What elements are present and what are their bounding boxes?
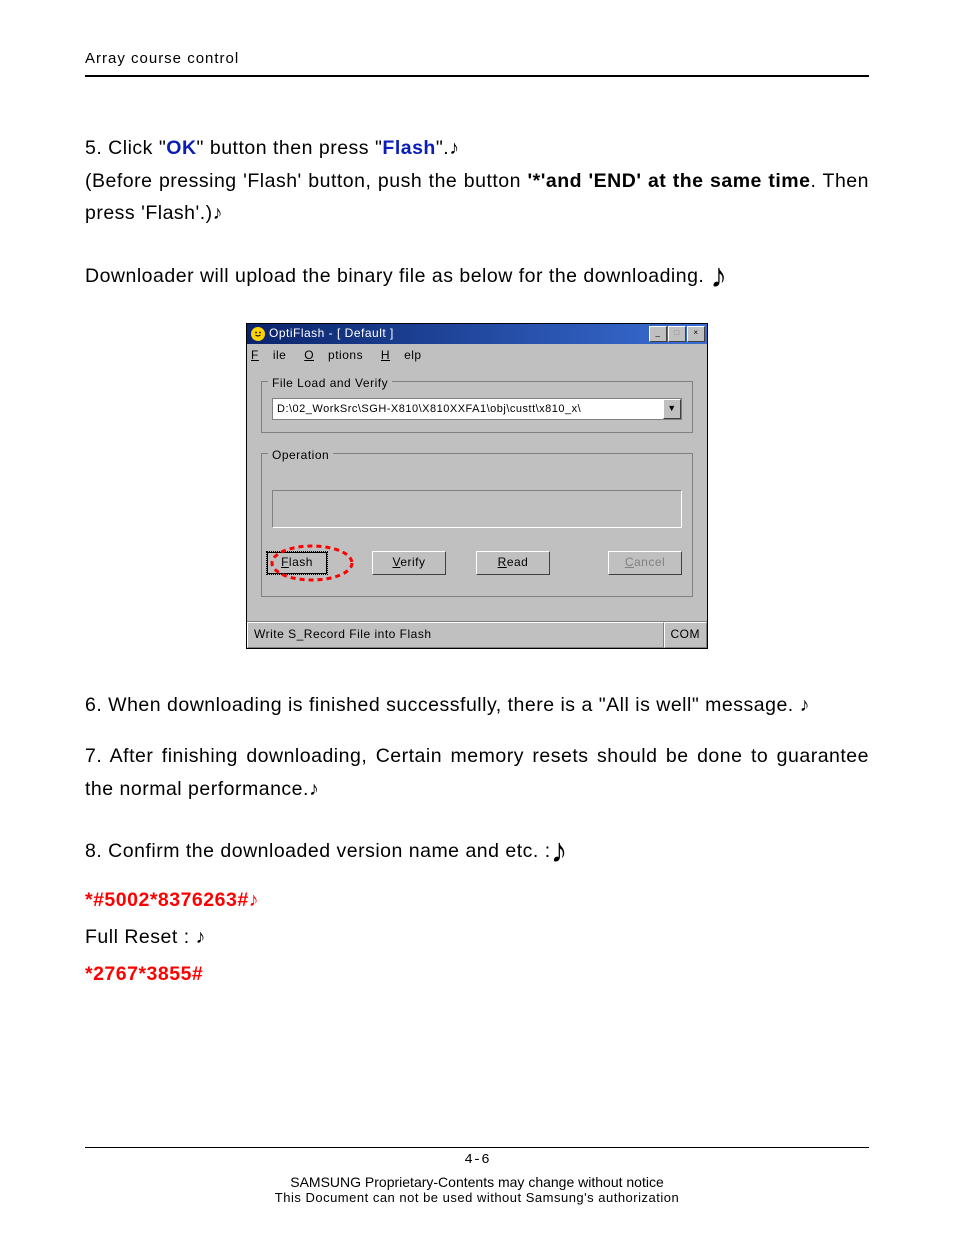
status-port: COM <box>664 622 708 648</box>
note-icon: ♪ <box>449 138 459 159</box>
optiflash-window: OptiFlash - [ Default ] _ □ × File Optio… <box>246 323 708 650</box>
note-icon: ♪ <box>213 203 223 224</box>
progress-area <box>272 490 682 528</box>
menubar: File Options Help <box>247 344 707 368</box>
menu-file[interactable]: File <box>251 348 286 362</box>
smiley-icon <box>251 327 265 341</box>
text: 6. When downloading is finished successf… <box>85 694 800 716</box>
text: 5. Click " <box>85 137 166 159</box>
verify-button[interactable]: Verify <box>372 551 446 575</box>
note-icon: ♪ <box>800 695 810 716</box>
group-legend: File Load and Verify <box>268 374 392 394</box>
page-footer: 4-6 SAMSUNG Proprietary-Contents may cha… <box>85 1147 869 1205</box>
note-icon: ♪ <box>309 779 319 800</box>
note-icon: ♪ <box>710 249 728 305</box>
file-load-verify-group: File Load and Verify D:\02_WorkSrc\SGH-X… <box>261 381 693 433</box>
flash-button[interactable]: Flash <box>266 551 328 575</box>
statusbar: Write S_Record File into Flash COM <box>247 621 707 648</box>
group-legend: Operation <box>268 446 333 466</box>
operation-group: Operation Flash Verify Read Cancel <box>261 453 693 597</box>
close-button[interactable]: × <box>687 326 705 342</box>
status-text: Write S_Record File into Flash <box>247 622 664 648</box>
file-path-combo[interactable]: D:\02_WorkSrc\SGH-X810\X810XXFA1\obj\cus… <box>272 398 682 420</box>
text: Full Reset : <box>85 926 196 948</box>
step-5-line1: 5. Click "OK" button then press "Flash".… <box>85 132 869 231</box>
file-path-value: D:\02_WorkSrc\SGH-X810\X810XXFA1\obj\cus… <box>273 400 663 418</box>
step-5-line3: Downloader will upload the binary file a… <box>85 249 869 305</box>
full-reset-label: Full Reset : ♪ <box>85 921 869 954</box>
menu-help[interactable]: Help <box>381 348 422 362</box>
step-7: 7. After finishing downloading, Certain … <box>85 740 869 805</box>
maximize-button[interactable]: □ <box>668 326 686 342</box>
flash-keyword: Flash <box>382 137 435 159</box>
code-text: *#5002*8376263# <box>85 889 249 911</box>
code-full-reset: *2767*3855# <box>85 958 869 990</box>
text: (Before pressing 'Flash' button, push th… <box>85 170 527 192</box>
read-button[interactable]: Read <box>476 551 550 575</box>
key-combo: '*'and 'END' at the same time <box>527 170 810 192</box>
menu-options[interactable]: Options <box>304 348 363 362</box>
note-icon: ♪ <box>196 927 206 948</box>
step-8-line1: 8. Confirm the downloaded version name a… <box>85 824 869 880</box>
text: 8. Confirm the downloaded version name a… <box>85 840 551 862</box>
text: " button then press " <box>197 137 383 159</box>
footer-line1: SAMSUNG Proprietary-Contents may change … <box>85 1174 869 1190</box>
footer-line2: This Document can not be used without Sa… <box>85 1190 869 1205</box>
text: Downloader will upload the binary file a… <box>85 265 710 287</box>
note-icon: ♪ <box>249 890 259 911</box>
window-title: OptiFlash - [ Default ] <box>269 324 648 344</box>
dropdown-arrow-icon[interactable]: ▼ <box>663 399 681 419</box>
code-text: *2767*3855# <box>85 963 203 985</box>
ok-keyword: OK <box>166 137 196 159</box>
note-icon: ♪ <box>551 824 569 880</box>
code-version-check: *#5002*8376263#♪ <box>85 884 869 917</box>
titlebar[interactable]: OptiFlash - [ Default ] _ □ × <box>247 324 707 344</box>
cancel-button[interactable]: Cancel <box>608 551 682 575</box>
minimize-button[interactable]: _ <box>649 326 667 342</box>
page-header: Array course control <box>85 50 869 77</box>
text: ". <box>436 137 449 159</box>
text: 7. After finishing downloading, Certain … <box>85 745 869 799</box>
step-6: 6. When downloading is finished successf… <box>85 689 869 722</box>
document-body: 5. Click "OK" button then press "Flash".… <box>85 132 869 990</box>
page-number: 4-6 <box>85 1152 869 1168</box>
